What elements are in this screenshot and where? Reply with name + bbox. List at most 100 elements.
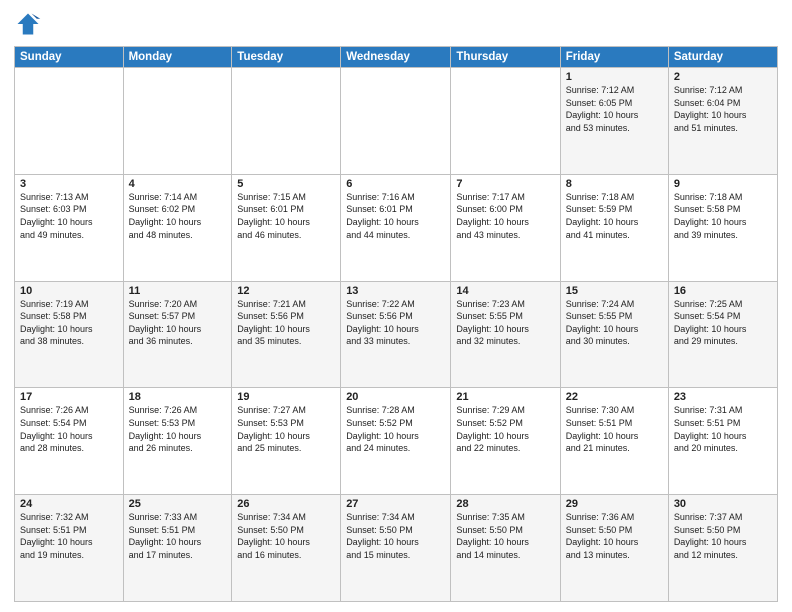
day-number: 11 <box>129 285 227 297</box>
calendar-cell: 17Sunrise: 7:26 AM Sunset: 5:54 PM Dayli… <box>15 388 124 495</box>
col-header-monday: Monday <box>123 47 232 68</box>
calendar-cell <box>451 68 560 175</box>
day-number: 14 <box>456 285 554 297</box>
day-info: Sunrise: 7:35 AM Sunset: 5:50 PM Dayligh… <box>456 511 554 561</box>
day-number: 12 <box>237 285 335 297</box>
day-info: Sunrise: 7:32 AM Sunset: 5:51 PM Dayligh… <box>20 511 118 561</box>
day-number: 1 <box>566 71 663 83</box>
day-number: 15 <box>566 285 663 297</box>
day-number: 16 <box>674 285 772 297</box>
day-number: 5 <box>237 178 335 190</box>
day-info: Sunrise: 7:13 AM Sunset: 6:03 PM Dayligh… <box>20 191 118 241</box>
day-info: Sunrise: 7:16 AM Sunset: 6:01 PM Dayligh… <box>346 191 445 241</box>
logo <box>14 10 46 38</box>
day-info: Sunrise: 7:31 AM Sunset: 5:51 PM Dayligh… <box>674 404 772 454</box>
day-number: 26 <box>237 498 335 510</box>
calendar-cell: 3Sunrise: 7:13 AM Sunset: 6:03 PM Daylig… <box>15 174 124 281</box>
day-number: 8 <box>566 178 663 190</box>
day-number: 24 <box>20 498 118 510</box>
day-info: Sunrise: 7:20 AM Sunset: 5:57 PM Dayligh… <box>129 298 227 348</box>
day-number: 17 <box>20 391 118 403</box>
col-header-wednesday: Wednesday <box>341 47 451 68</box>
calendar-cell: 12Sunrise: 7:21 AM Sunset: 5:56 PM Dayli… <box>232 281 341 388</box>
day-info: Sunrise: 7:12 AM Sunset: 6:05 PM Dayligh… <box>566 84 663 134</box>
calendar-cell: 2Sunrise: 7:12 AM Sunset: 6:04 PM Daylig… <box>668 68 777 175</box>
calendar-cell: 21Sunrise: 7:29 AM Sunset: 5:52 PM Dayli… <box>451 388 560 495</box>
calendar-week-row: 17Sunrise: 7:26 AM Sunset: 5:54 PM Dayli… <box>15 388 778 495</box>
day-info: Sunrise: 7:23 AM Sunset: 5:55 PM Dayligh… <box>456 298 554 348</box>
calendar-cell <box>15 68 124 175</box>
calendar-cell <box>232 68 341 175</box>
day-number: 4 <box>129 178 227 190</box>
day-number: 20 <box>346 391 445 403</box>
calendar-cell: 7Sunrise: 7:17 AM Sunset: 6:00 PM Daylig… <box>451 174 560 281</box>
calendar-cell: 25Sunrise: 7:33 AM Sunset: 5:51 PM Dayli… <box>123 495 232 602</box>
day-info: Sunrise: 7:27 AM Sunset: 5:53 PM Dayligh… <box>237 404 335 454</box>
day-info: Sunrise: 7:18 AM Sunset: 5:59 PM Dayligh… <box>566 191 663 241</box>
day-info: Sunrise: 7:14 AM Sunset: 6:02 PM Dayligh… <box>129 191 227 241</box>
day-info: Sunrise: 7:21 AM Sunset: 5:56 PM Dayligh… <box>237 298 335 348</box>
day-info: Sunrise: 7:26 AM Sunset: 5:53 PM Dayligh… <box>129 404 227 454</box>
calendar-cell: 16Sunrise: 7:25 AM Sunset: 5:54 PM Dayli… <box>668 281 777 388</box>
calendar-cell: 27Sunrise: 7:34 AM Sunset: 5:50 PM Dayli… <box>341 495 451 602</box>
day-info: Sunrise: 7:17 AM Sunset: 6:00 PM Dayligh… <box>456 191 554 241</box>
day-info: Sunrise: 7:36 AM Sunset: 5:50 PM Dayligh… <box>566 511 663 561</box>
calendar-cell: 28Sunrise: 7:35 AM Sunset: 5:50 PM Dayli… <box>451 495 560 602</box>
header <box>14 10 778 38</box>
day-info: Sunrise: 7:25 AM Sunset: 5:54 PM Dayligh… <box>674 298 772 348</box>
calendar-cell: 18Sunrise: 7:26 AM Sunset: 5:53 PM Dayli… <box>123 388 232 495</box>
col-header-friday: Friday <box>560 47 668 68</box>
calendar-cell <box>123 68 232 175</box>
calendar: SundayMondayTuesdayWednesdayThursdayFrid… <box>14 46 778 602</box>
day-number: 19 <box>237 391 335 403</box>
calendar-cell: 11Sunrise: 7:20 AM Sunset: 5:57 PM Dayli… <box>123 281 232 388</box>
day-number: 30 <box>674 498 772 510</box>
calendar-cell: 29Sunrise: 7:36 AM Sunset: 5:50 PM Dayli… <box>560 495 668 602</box>
day-number: 23 <box>674 391 772 403</box>
day-number: 25 <box>129 498 227 510</box>
calendar-cell: 26Sunrise: 7:34 AM Sunset: 5:50 PM Dayli… <box>232 495 341 602</box>
calendar-cell: 22Sunrise: 7:30 AM Sunset: 5:51 PM Dayli… <box>560 388 668 495</box>
day-info: Sunrise: 7:22 AM Sunset: 5:56 PM Dayligh… <box>346 298 445 348</box>
calendar-cell: 6Sunrise: 7:16 AM Sunset: 6:01 PM Daylig… <box>341 174 451 281</box>
col-header-thursday: Thursday <box>451 47 560 68</box>
calendar-cell: 23Sunrise: 7:31 AM Sunset: 5:51 PM Dayli… <box>668 388 777 495</box>
day-number: 18 <box>129 391 227 403</box>
calendar-cell: 4Sunrise: 7:14 AM Sunset: 6:02 PM Daylig… <box>123 174 232 281</box>
day-number: 29 <box>566 498 663 510</box>
calendar-cell: 15Sunrise: 7:24 AM Sunset: 5:55 PM Dayli… <box>560 281 668 388</box>
day-number: 13 <box>346 285 445 297</box>
calendar-cell: 30Sunrise: 7:37 AM Sunset: 5:50 PM Dayli… <box>668 495 777 602</box>
day-info: Sunrise: 7:28 AM Sunset: 5:52 PM Dayligh… <box>346 404 445 454</box>
calendar-cell: 9Sunrise: 7:18 AM Sunset: 5:58 PM Daylig… <box>668 174 777 281</box>
calendar-header-row: SundayMondayTuesdayWednesdayThursdayFrid… <box>15 47 778 68</box>
calendar-cell: 24Sunrise: 7:32 AM Sunset: 5:51 PM Dayli… <box>15 495 124 602</box>
calendar-cell: 8Sunrise: 7:18 AM Sunset: 5:59 PM Daylig… <box>560 174 668 281</box>
day-info: Sunrise: 7:29 AM Sunset: 5:52 PM Dayligh… <box>456 404 554 454</box>
day-info: Sunrise: 7:30 AM Sunset: 5:51 PM Dayligh… <box>566 404 663 454</box>
day-info: Sunrise: 7:37 AM Sunset: 5:50 PM Dayligh… <box>674 511 772 561</box>
calendar-cell: 5Sunrise: 7:15 AM Sunset: 6:01 PM Daylig… <box>232 174 341 281</box>
day-number: 22 <box>566 391 663 403</box>
calendar-week-row: 24Sunrise: 7:32 AM Sunset: 5:51 PM Dayli… <box>15 495 778 602</box>
day-number: 28 <box>456 498 554 510</box>
day-info: Sunrise: 7:33 AM Sunset: 5:51 PM Dayligh… <box>129 511 227 561</box>
day-number: 9 <box>674 178 772 190</box>
day-info: Sunrise: 7:18 AM Sunset: 5:58 PM Dayligh… <box>674 191 772 241</box>
calendar-cell: 13Sunrise: 7:22 AM Sunset: 5:56 PM Dayli… <box>341 281 451 388</box>
day-info: Sunrise: 7:19 AM Sunset: 5:58 PM Dayligh… <box>20 298 118 348</box>
calendar-cell: 19Sunrise: 7:27 AM Sunset: 5:53 PM Dayli… <box>232 388 341 495</box>
day-number: 7 <box>456 178 554 190</box>
calendar-cell: 20Sunrise: 7:28 AM Sunset: 5:52 PM Dayli… <box>341 388 451 495</box>
day-info: Sunrise: 7:34 AM Sunset: 5:50 PM Dayligh… <box>237 511 335 561</box>
calendar-week-row: 10Sunrise: 7:19 AM Sunset: 5:58 PM Dayli… <box>15 281 778 388</box>
calendar-week-row: 3Sunrise: 7:13 AM Sunset: 6:03 PM Daylig… <box>15 174 778 281</box>
logo-icon <box>14 10 42 38</box>
day-number: 10 <box>20 285 118 297</box>
calendar-cell: 10Sunrise: 7:19 AM Sunset: 5:58 PM Dayli… <box>15 281 124 388</box>
day-number: 6 <box>346 178 445 190</box>
day-number: 21 <box>456 391 554 403</box>
col-header-saturday: Saturday <box>668 47 777 68</box>
col-header-tuesday: Tuesday <box>232 47 341 68</box>
day-number: 3 <box>20 178 118 190</box>
